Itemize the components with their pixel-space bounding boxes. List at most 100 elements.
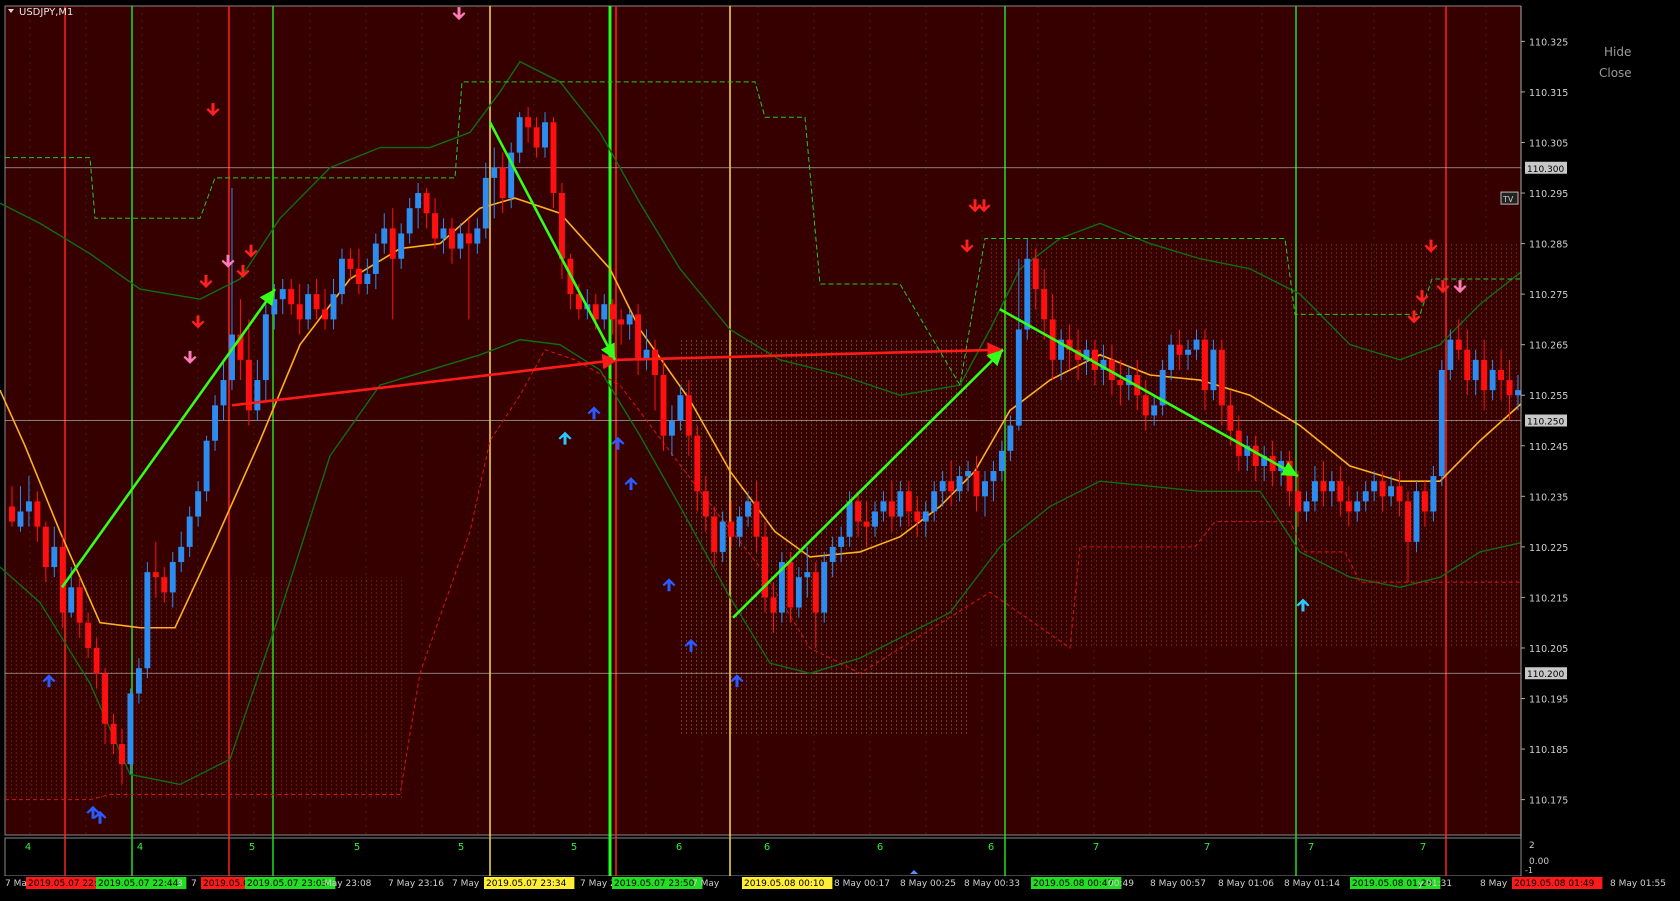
candle-body	[829, 546, 836, 563]
candle-body	[372, 243, 379, 274]
candle-body	[1041, 289, 1048, 320]
candle-body	[474, 228, 481, 244]
candle-body	[93, 647, 100, 674]
candle-body	[432, 213, 438, 239]
candle-body	[68, 587, 75, 613]
candle-body	[601, 304, 608, 320]
candle-body	[347, 258, 354, 269]
price-tick-label-0: 110.175	[1529, 796, 1568, 807]
candle-body	[1464, 349, 1471, 381]
candle-body	[609, 304, 616, 320]
candle-body	[1024, 258, 1031, 330]
candle-body	[1032, 258, 1039, 290]
time-label-2: 2019.05.07 22:44	[98, 879, 179, 889]
candle-body	[448, 228, 455, 249]
candle-body	[144, 572, 151, 669]
candle-body	[948, 481, 955, 492]
candle-body	[897, 491, 904, 517]
candle-body	[406, 208, 413, 234]
candle-body	[888, 501, 895, 517]
price-level-axis-label-0: 110.300	[1527, 165, 1564, 175]
candle-body	[212, 405, 219, 441]
candle-body	[1455, 339, 1462, 350]
candle-body	[1354, 501, 1361, 512]
candle-body	[1396, 486, 1403, 502]
candle-body	[1227, 405, 1234, 431]
candle-body	[364, 273, 371, 285]
time-label-12: 2019.05.07 23:50	[614, 879, 695, 889]
candle-body	[1337, 481, 1344, 502]
sub-count-label-8: 6	[877, 842, 883, 853]
candle-body	[389, 228, 396, 259]
candle-body	[1405, 501, 1411, 542]
sub-count-label-9: 6	[988, 842, 994, 853]
candle-body	[169, 562, 176, 593]
close-button[interactable]: Close	[1599, 66, 1632, 80]
candle-body	[1413, 491, 1420, 542]
candle-body	[161, 577, 168, 593]
chart-window[interactable]: 110.300 110.250 110.200 110.175 110.185 110.1…	[0, 0, 1680, 897]
candle-body	[795, 577, 802, 608]
candle-body	[9, 506, 15, 522]
time-label-18: 2019.05.08 00:47	[1033, 879, 1113, 889]
candle-body	[186, 516, 193, 547]
candle-body	[922, 511, 929, 522]
candle-body	[499, 167, 506, 199]
candle-body	[516, 117, 523, 153]
candle-body	[880, 501, 887, 512]
candle-body	[1185, 349, 1191, 355]
time-label-3: 3	[177, 879, 183, 889]
time-label-20: 8 May 00:57	[1150, 879, 1206, 889]
price-tick-label-15: 110.325	[1529, 37, 1568, 48]
candle-body	[1151, 405, 1158, 416]
candle-body	[1515, 390, 1521, 396]
candle-body	[855, 501, 862, 522]
candle-body	[423, 193, 430, 214]
candle-body	[982, 481, 988, 497]
time-label-11: 7 May 2	[580, 879, 616, 889]
price-tick-label-2: 110.195	[1529, 695, 1568, 706]
candle-body	[931, 491, 938, 512]
time-label-7: May 23:08	[324, 879, 372, 889]
candle-body	[1193, 339, 1200, 350]
candle-body	[482, 177, 489, 229]
candle-body	[381, 228, 388, 244]
sub-count-label-3: 5	[354, 842, 360, 853]
price-tick-label-12: 110.295	[1529, 189, 1568, 200]
candle-body	[135, 668, 142, 694]
candle-body	[872, 511, 878, 527]
candle-body	[229, 334, 235, 381]
price-tick-label-10: 110.275	[1529, 290, 1568, 301]
candle-body	[51, 546, 58, 568]
sub-count-label-0: 4	[25, 842, 31, 853]
price-chart[interactable]: 110.300 110.250 110.200 110.175 110.185 110.1…	[0, 0, 1680, 897]
candle-body	[745, 501, 752, 517]
candle-body	[1481, 359, 1488, 391]
price-level-axis-label-2: 110.200	[1527, 670, 1564, 680]
sub-count-label-2: 5	[249, 842, 255, 853]
candle-body	[846, 501, 853, 537]
time-label-4: 7	[191, 879, 197, 889]
candle-body	[905, 491, 912, 512]
candle-body	[668, 420, 675, 436]
candle-body	[558, 193, 565, 259]
price-tick-label-1: 110.185	[1529, 745, 1568, 756]
candle-body	[677, 395, 684, 421]
price-tick-label-7: 110.245	[1529, 442, 1568, 453]
candle-body	[271, 299, 278, 315]
candle-body	[550, 122, 557, 194]
candle-body	[939, 481, 946, 492]
candle-body	[110, 723, 117, 745]
hide-button[interactable]: Hide	[1604, 45, 1631, 59]
sub-axis-bottom: -1	[1525, 866, 1533, 875]
time-label-27: 8 May 01:55	[1610, 879, 1666, 889]
candle-body	[821, 562, 828, 613]
candle-body	[1421, 491, 1428, 512]
candle-body	[719, 521, 726, 552]
candle-body	[465, 233, 472, 244]
candle-body	[178, 546, 185, 563]
candle-body	[838, 536, 845, 547]
time-label-9: 7 May	[452, 879, 480, 889]
candle-body	[279, 289, 286, 300]
candle-body	[618, 319, 625, 325]
